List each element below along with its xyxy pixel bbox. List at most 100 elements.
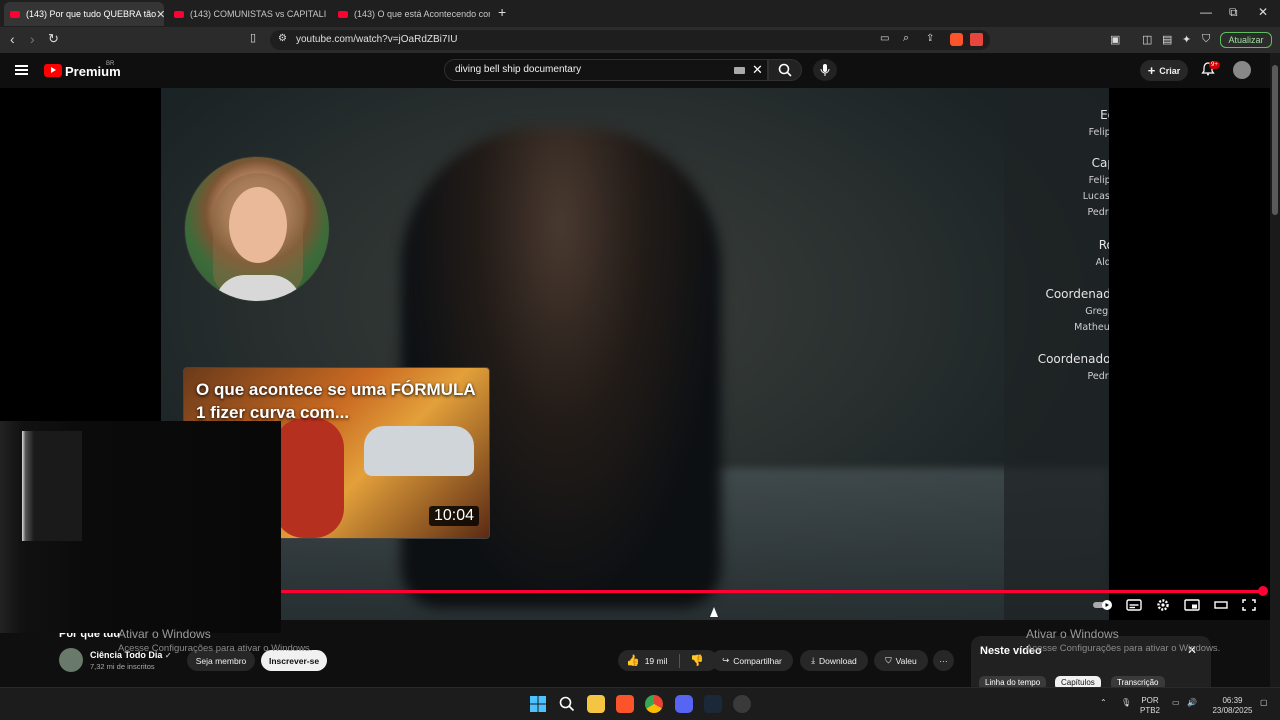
divider [679,653,681,668]
thanks-icon: ⛉ [885,655,892,665]
credit-group: Roteiro Aldir Cony [1004,238,1109,271]
forward-icon[interactable]: › [30,31,35,47]
steam-icon[interactable] [704,695,722,713]
menu-icon[interactable] [15,65,28,75]
thumbnail-race-car [364,426,474,476]
credit-heading: Edição [1100,108,1109,122]
credit-heading: Captação [1091,156,1109,170]
like-button[interactable]: 👍 19 mil [626,654,667,667]
settings-gear-icon[interactable] [1154,598,1172,612]
youtube-logo-icon[interactable] [44,64,62,77]
download-label: Download [818,655,857,666]
tray-overflow-icon[interactable]: ⌃ [1100,698,1107,708]
credit-group: Captação Felipe Mauda Lucas Francisco Pe… [1004,156,1109,221]
brave-browser-icon[interactable] [616,695,634,713]
extensions-icon[interactable]: ▣ [1110,33,1120,46]
autoplay-toggle-icon[interactable] [1092,598,1114,612]
network-icon[interactable]: ▭ [1172,698,1180,708]
scrollbar-thumb[interactable] [1272,65,1278,215]
credit-heading: Roteiro [1098,238,1109,252]
brave-shield-icon[interactable] [950,33,963,46]
endscreen-channel-avatar[interactable] [184,156,330,302]
page-scrollbar[interactable] [1270,53,1280,687]
browser-tab-bar: (143) Por que tudo QUEBRA tão ✕ (143) CO… [0,0,1280,27]
taskbar-search-button[interactable] [558,695,576,713]
discord-icon[interactable] [675,695,693,713]
credits-panel: Edição Felipe Mauda Captação Felipe Maud… [1004,88,1109,620]
tab-title: (143) Por que tudo QUEBRA tão [26,9,157,19]
search-button[interactable] [768,59,802,81]
leo-icon[interactable]: ✦ [1182,33,1191,46]
chrome-icon[interactable] [645,695,663,713]
thanks-label: Valeu [895,655,917,666]
fullscreen-icon[interactable] [1240,598,1258,612]
thanks-button[interactable]: ⛉ Valeu [874,650,928,671]
theater-mode-icon[interactable] [1212,598,1230,612]
channel-avatar[interactable] [59,648,83,672]
close-window-button[interactable]: ✕ [1258,5,1268,19]
credit-name: Aldir Cony [1095,257,1109,268]
tray-mic-icon[interactable]: 🎙 [1121,698,1131,708]
credit-group: Edição Felipe Mauda [1004,108,1109,141]
tab-inactive[interactable]: (143) COMUNISTAS vs CAPITALISTAS [168,2,326,26]
activation-watermark-title: Ativar o Windows [118,627,211,641]
notification-center-icon[interactable]: ▢ [1260,698,1268,708]
search-icon [778,63,792,77]
clock[interactable]: 06:39 23/08/2025 [1210,696,1255,716]
update-button[interactable]: Atualizar [1220,32,1272,48]
language-indicator[interactable]: POR PTB2 [1140,696,1160,716]
wallet-icon[interactable]: ▤ [1162,33,1172,46]
keyboard-layout: PTB2 [1140,706,1161,715]
restore-button[interactable]: ⧉ [1229,5,1238,20]
scrubber-handle[interactable] [1258,586,1268,596]
credit-name: Felipe Mauda [1088,175,1109,186]
account-avatar[interactable] [1233,61,1251,79]
site-settings-icon[interactable]: ⚙ [278,33,287,44]
vpn-icon[interactable]: ⛉ [1202,33,1210,46]
video-frame[interactable]: Edição Felipe Mauda Captação Felipe Maud… [161,88,1109,620]
keyboard-icon[interactable] [734,67,745,74]
search-input[interactable]: diving bell ship documentary [444,59,768,81]
share-button[interactable]: ↪ Compartilhar [711,650,793,671]
start-button[interactable] [529,695,547,713]
reload-icon[interactable]: ↻ [48,31,59,47]
volume-icon[interactable]: 🔊 [1187,698,1197,708]
cast-icon[interactable]: ▭ [880,33,889,44]
back-icon[interactable]: ‹ [10,31,15,47]
share-label: Compartilhar [733,655,782,666]
tab-active[interactable]: (143) Por que tudo QUEBRA tão ✕ [4,2,164,26]
share-page-icon[interactable]: ⇪ [926,33,934,44]
like-count: 19 mil [644,655,668,666]
app-icon[interactable] [733,695,751,713]
minimize-button[interactable]: — [1200,5,1212,19]
close-tab-icon[interactable]: ✕ [156,8,164,21]
new-tab-button[interactable]: + [498,4,506,20]
webcam-overlay [0,421,281,633]
youtube-header: Premium BR diving bell ship documentary … [0,53,1270,88]
subtitles-icon[interactable] [1125,598,1143,612]
join-label: Seja membro [195,655,247,666]
credit-heading: Coordenador de Operações [1037,352,1109,366]
create-button[interactable]: + Criar [1140,60,1188,81]
zoom-icon[interactable]: ⌕ [903,32,909,45]
clear-search-icon[interactable]: ✕ [752,62,763,78]
brave-rewards-icon[interactable] [970,33,983,46]
credit-name: Greg de Souza [1085,306,1109,317]
sidebar-icon[interactable]: ◫ [1142,33,1152,46]
bookmark-icon[interactable]: ▯ [250,31,256,44]
more-actions-button[interactable]: ··· [933,650,954,671]
mouse-cursor-icon [710,607,718,617]
youtube-favicon-icon [174,10,184,18]
tab-inactive[interactable]: (143) O que está Acontecendo com [332,2,490,26]
dislike-button[interactable]: 👎 [690,654,704,667]
credit-name: Pedro Martins [1087,207,1109,218]
language-code: POR [1141,696,1159,705]
download-icon: ⤓ [811,655,815,665]
download-button[interactable]: ⤓ Download [800,650,868,671]
credit-name: Felipe Mauda [1088,127,1109,138]
miniplayer-icon[interactable] [1183,598,1201,612]
credit-heading: Coordenador de Roteiros [1045,287,1109,301]
address-bar-row: ‹ › ↻ ▯ youtube.com/watch?v=jOaRdZBi7IU … [0,27,1280,53]
voice-search-button[interactable] [813,59,837,81]
file-explorer-icon[interactable] [587,695,605,713]
